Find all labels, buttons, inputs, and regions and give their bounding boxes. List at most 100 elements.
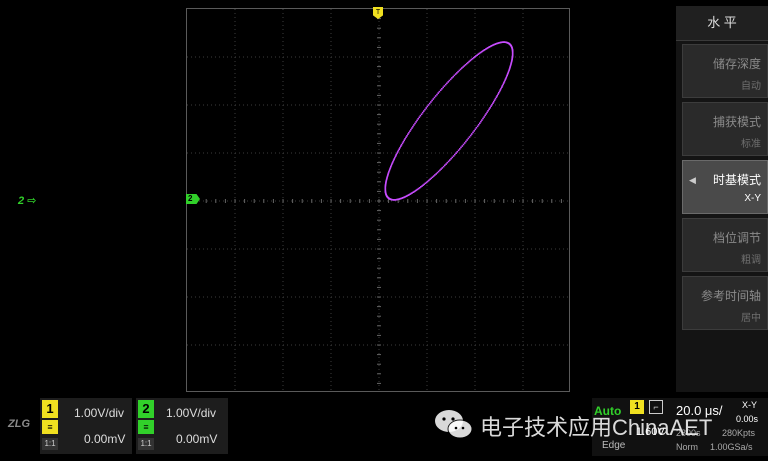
menu-item-title: 档位调节: [712, 231, 761, 245]
xy-lissajous-trace: [384, 41, 514, 201]
dc-coupling-icon: ≡: [42, 420, 58, 434]
trace-point: [497, 93, 499, 96]
trace-point: [431, 99, 433, 102]
trace-point: [490, 105, 492, 107]
trace-point: [400, 145, 402, 147]
trace-point: [450, 157, 452, 160]
trace-point: [482, 117, 484, 120]
menu-item-memory-depth[interactable]: 储存深度 自动: [682, 44, 768, 98]
trace-point: [457, 149, 460, 152]
trace-point: [436, 93, 438, 96]
trace-point: [413, 124, 415, 126]
trace-point: [407, 133, 409, 135]
trace-point: [410, 128, 412, 131]
trace-point: [468, 136, 471, 138]
trace-point: [463, 142, 466, 144]
trace-point: [503, 82, 505, 84]
trace-point: [475, 127, 478, 129]
trace-point: [428, 102, 431, 105]
trace-point: [443, 85, 446, 87]
trace-point: [406, 135, 408, 137]
trace-point: [399, 146, 401, 149]
ch1-scale: 1.00V/div: [74, 406, 125, 420]
trace-point: [392, 160, 394, 163]
trace-point: [433, 96, 436, 99]
xy-mode-label: X-Y: [742, 400, 758, 410]
trace-point: [396, 151, 399, 153]
menu-item-reference-time[interactable]: 参考时间轴 居中: [682, 276, 768, 330]
wechat-icon: [435, 410, 473, 439]
trace-point: [502, 83, 504, 86]
menu-item-capture-mode[interactable]: 捕获模式 标准: [682, 102, 768, 156]
trace-point: [400, 144, 403, 146]
trace-point: [462, 143, 465, 146]
trace-point: [439, 89, 442, 91]
trace-point: [472, 131, 474, 134]
menu-item-title: 参考时间轴: [700, 289, 761, 303]
trace-point: [486, 111, 488, 114]
menu-item-value: 居中: [741, 313, 761, 324]
trace-point: [479, 122, 481, 124]
trace-point: [499, 89, 502, 91]
trace-point: [487, 110, 489, 112]
trace-point: [398, 148, 400, 150]
chevron-left-icon: ◀: [689, 175, 696, 185]
trace-point: [446, 161, 449, 164]
trace-point: [420, 113, 423, 115]
watermark-text: 电子技术应用ChinaAET: [480, 415, 713, 440]
ch2-info-box[interactable]: 2 ≡ 1:1 1.00V/div 0.00mV: [136, 398, 228, 454]
trace-point: [427, 104, 430, 106]
menu-item-title: 时基模式: [712, 173, 761, 187]
trace-point: [411, 127, 413, 129]
brand-logo: ZLG: [8, 418, 30, 430]
menu-item-value: X-Y: [744, 193, 761, 204]
trace-point: [461, 145, 464, 147]
trace-point: [469, 134, 472, 137]
ch2-ground-marker[interactable]: 2 ⇨: [18, 194, 36, 207]
trace-point: [416, 119, 418, 122]
trace-point: [492, 102, 494, 104]
trace-point: [404, 138, 406, 140]
trace-point: [459, 148, 461, 150]
probe-ratio: 1:1: [42, 438, 58, 450]
trace-point: [395, 154, 397, 156]
trace-point: [441, 88, 443, 90]
menu-item-title: 捕获模式: [712, 115, 761, 129]
trace-point: [494, 97, 497, 100]
trace-point: [401, 142, 404, 145]
ch1-info-box[interactable]: 1 ≡ 1:1 1.00V/div 0.00mV: [40, 398, 132, 454]
watermark: 电子技术应用ChinaAET: [428, 404, 740, 444]
trace-point: [423, 110, 425, 112]
trace-point: [491, 103, 493, 106]
trace-point: [438, 90, 441, 93]
ch2-offset: 0.00mV: [176, 432, 218, 446]
trace-point: [504, 79, 506, 82]
trace-point: [414, 122, 416, 125]
trace-point: [493, 100, 495, 103]
trace-point: [496, 95, 498, 97]
xy-grid: [187, 9, 571, 393]
trace-point: [485, 113, 487, 115]
trace-point: [449, 78, 452, 81]
trace-point: [425, 107, 427, 109]
trace-point: [455, 152, 457, 154]
trace-point: [426, 105, 429, 108]
menu-item-scale-adjust[interactable]: 档位调节 粗调: [682, 218, 768, 272]
trace-point: [442, 86, 444, 89]
trace-point: [501, 85, 504, 87]
trace-point: [403, 139, 405, 142]
trace-point: [508, 42, 510, 45]
trace-point: [418, 116, 421, 119]
menu-item-timebase-mode[interactable]: ◀ 时基模式 X-Y: [682, 160, 768, 214]
ch2-scale: 1.00V/div: [166, 406, 217, 420]
trace-point: [409, 130, 411, 132]
trace-point: [417, 118, 419, 120]
trace-point: [477, 123, 480, 126]
trace-point: [501, 86, 503, 88]
menu-item-value: 粗调: [741, 255, 761, 266]
trace-point: [408, 131, 410, 134]
ch1-number-badge: 1: [42, 400, 58, 418]
menu-item-title: 储存深度: [712, 57, 761, 71]
trace-point: [454, 153, 456, 156]
waveform-display[interactable]: [186, 8, 571, 393]
